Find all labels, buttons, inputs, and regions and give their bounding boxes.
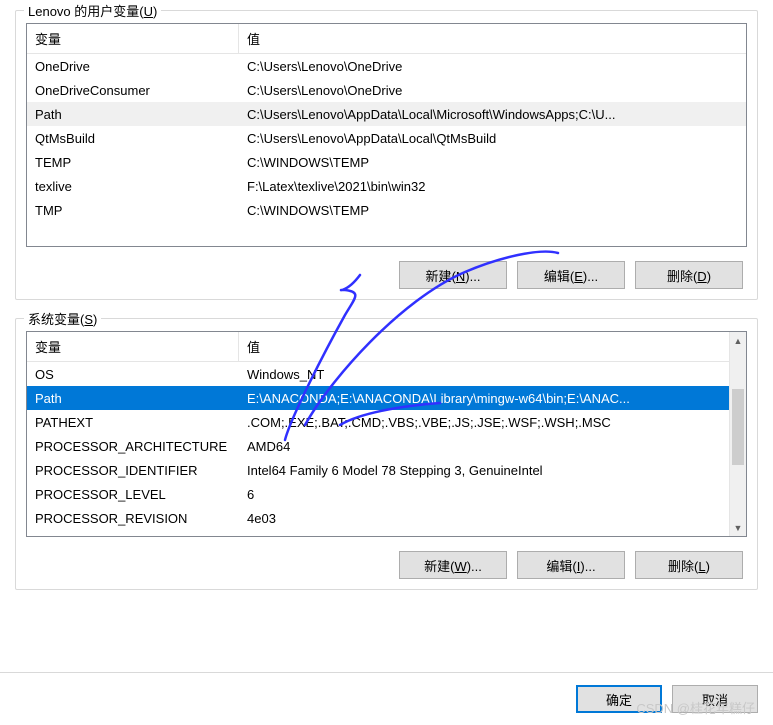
cell-variable-value: AMD64 bbox=[239, 437, 746, 456]
cell-variable-value: Windows_NT bbox=[239, 365, 746, 384]
cell-variable-value: 4e03 bbox=[239, 509, 746, 528]
scroll-up-icon[interactable]: ▲ bbox=[730, 332, 746, 349]
user-variables-group: Lenovo 的用户变量(U) 变量 值 OneDriveC:\Users\Le… bbox=[15, 10, 758, 300]
user-new-button[interactable]: 新建(N)... bbox=[399, 261, 507, 289]
cell-variable-value: Intel64 Family 6 Model 78 Stepping 3, Ge… bbox=[239, 461, 746, 480]
table-row[interactable]: PathC:\Users\Lenovo\AppData\Local\Micros… bbox=[27, 102, 746, 126]
table-row[interactable]: TMPC:\WINDOWS\TEMP bbox=[27, 198, 746, 222]
cell-variable-name: PROCESSOR_IDENTIFIER bbox=[27, 461, 239, 480]
cell-variable-name: PROCESSOR_ARCHITECTURE bbox=[27, 437, 239, 456]
user-button-row: 新建(N)... 编辑(E)... 删除(D) bbox=[26, 261, 747, 289]
cell-variable-value: C:\WINDOWS\TEMP bbox=[239, 201, 746, 220]
system-edit-button[interactable]: 编辑(I)... bbox=[517, 551, 625, 579]
table-row[interactable]: PROCESSOR_LEVEL6 bbox=[27, 482, 746, 506]
cell-variable-value: C:\WINDOWS\TEMP bbox=[239, 153, 746, 172]
user-table-body[interactable]: OneDriveC:\Users\Lenovo\OneDriveOneDrive… bbox=[27, 54, 746, 248]
table-row[interactable]: PATHEXT.COM;.EXE;.BAT;.CMD;.VBS;.VBE;.JS… bbox=[27, 410, 746, 434]
col-header-value[interactable]: 值 bbox=[239, 332, 746, 361]
cell-variable-name: texlive bbox=[27, 177, 239, 196]
system-variables-table[interactable]: 变量 值 OSWindows_NTPathE:\ANACONDA;E:\ANAC… bbox=[26, 331, 747, 537]
cell-variable-value: E:\ANACONDA;E:\ANACONDA\Library\mingw-w6… bbox=[239, 389, 746, 408]
table-row[interactable]: OneDriveConsumerC:\Users\Lenovo\OneDrive bbox=[27, 78, 746, 102]
cell-variable-name: QtMsBuild bbox=[27, 129, 239, 148]
user-delete-button[interactable]: 删除(D) bbox=[635, 261, 743, 289]
table-header: 变量 值 bbox=[27, 24, 746, 54]
ok-button[interactable]: 确定 bbox=[576, 685, 662, 713]
cell-variable-name: TEMP bbox=[27, 153, 239, 172]
cell-variable-value: C:\Users\Lenovo\AppData\Local\Microsoft\… bbox=[239, 105, 746, 124]
table-row[interactable]: PROCESSOR_IDENTIFIERIntel64 Family 6 Mod… bbox=[27, 458, 746, 482]
scroll-thumb[interactable] bbox=[732, 389, 744, 465]
cell-variable-name: OneDriveConsumer bbox=[27, 81, 239, 100]
col-header-value[interactable]: 值 bbox=[239, 24, 746, 53]
env-vars-dialog: Lenovo 的用户变量(U) 变量 值 OneDriveC:\Users\Le… bbox=[0, 0, 773, 618]
table-row[interactable]: PathE:\ANACONDA;E:\ANACONDA\Library\ming… bbox=[27, 386, 746, 410]
system-variables-group: 系统变量(S) 变量 值 OSWindows_NTPathE:\ANACONDA… bbox=[15, 318, 758, 590]
system-table-body[interactable]: OSWindows_NTPathE:\ANACONDA;E:\ANACONDA\… bbox=[27, 362, 746, 538]
table-header: 变量 值 bbox=[27, 332, 746, 362]
scrollbar[interactable]: ▲ ▼ bbox=[729, 332, 746, 536]
user-variables-label: Lenovo 的用户变量(U) bbox=[24, 1, 161, 20]
system-new-button[interactable]: 新建(W)... bbox=[399, 551, 507, 579]
cell-variable-value: F:\Latex\texlive\2021\bin\win32 bbox=[239, 177, 746, 196]
table-row[interactable]: texliveF:\Latex\texlive\2021\bin\win32 bbox=[27, 174, 746, 198]
system-button-row: 新建(W)... 编辑(I)... 删除(L) bbox=[26, 551, 747, 579]
cancel-button[interactable]: 取消 bbox=[672, 685, 758, 713]
cell-variable-value: C:\Users\Lenovo\OneDrive bbox=[239, 81, 746, 100]
table-row[interactable]: PROCESSOR_REVISION4e03 bbox=[27, 506, 746, 530]
cell-variable-name: Path bbox=[27, 389, 239, 408]
col-header-name[interactable]: 变量 bbox=[27, 332, 239, 361]
cell-variable-name: TMP bbox=[27, 201, 239, 220]
system-delete-button[interactable]: 删除(L) bbox=[635, 551, 743, 579]
user-variables-table[interactable]: 变量 值 OneDriveC:\Users\Lenovo\OneDriveOne… bbox=[26, 23, 747, 247]
cell-variable-name: PATHEXT bbox=[27, 413, 239, 432]
system-variables-label: 系统变量(S) bbox=[24, 309, 101, 328]
table-row[interactable]: OSWindows_NT bbox=[27, 362, 746, 386]
cell-variable-name: Path bbox=[27, 105, 239, 124]
cell-variable-value: C:\Users\Lenovo\AppData\Local\QtMsBuild bbox=[239, 129, 746, 148]
cell-variable-name: PROCESSOR_LEVEL bbox=[27, 485, 239, 504]
user-edit-button[interactable]: 编辑(E)... bbox=[517, 261, 625, 289]
table-row[interactable]: OneDriveC:\Users\Lenovo\OneDrive bbox=[27, 54, 746, 78]
cell-variable-name: PROCESSOR_REVISION bbox=[27, 509, 239, 528]
cell-variable-name: OneDrive bbox=[27, 57, 239, 76]
scroll-down-icon[interactable]: ▼ bbox=[730, 519, 746, 536]
col-header-name[interactable]: 变量 bbox=[27, 24, 239, 53]
table-row[interactable]: QtMsBuildC:\Users\Lenovo\AppData\Local\Q… bbox=[27, 126, 746, 150]
table-row[interactable]: TEMPC:\WINDOWS\TEMP bbox=[27, 150, 746, 174]
cell-variable-value: C:\Users\Lenovo\OneDrive bbox=[239, 57, 746, 76]
dialog-footer: 确定 取消 bbox=[0, 672, 773, 725]
cell-variable-value: .COM;.EXE;.BAT;.CMD;.VBS;.VBE;.JS;.JSE;.… bbox=[239, 413, 746, 432]
cell-variable-name: OS bbox=[27, 365, 239, 384]
table-row[interactable]: PROCESSOR_ARCHITECTUREAMD64 bbox=[27, 434, 746, 458]
cell-variable-value: 6 bbox=[239, 485, 746, 504]
